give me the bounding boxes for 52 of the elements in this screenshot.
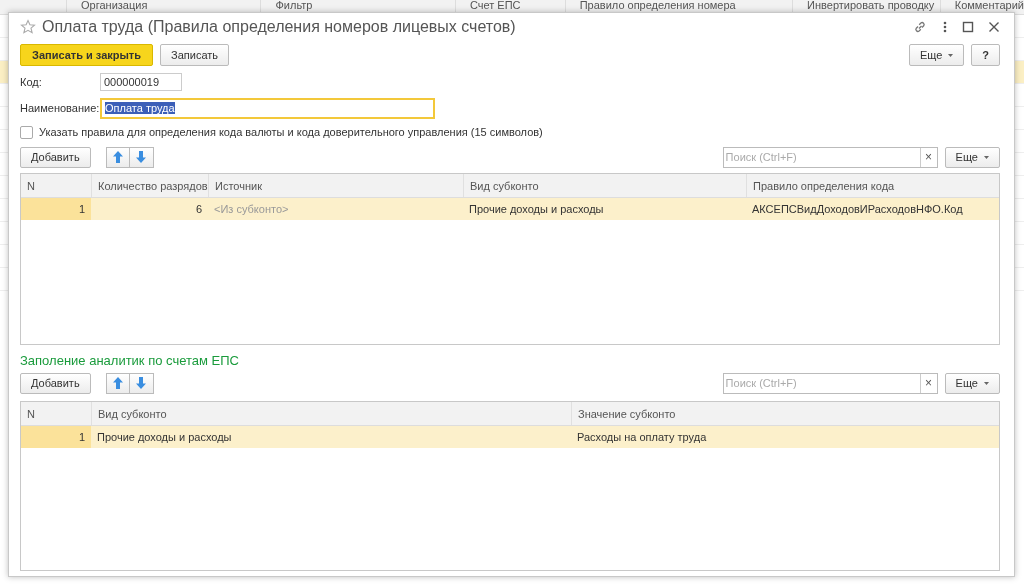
- window-title: Оплата труда (Правила определения номеров лицевых счетов): [42, 18, 517, 36]
- save-button[interactable]: Записать: [160, 44, 230, 66]
- column-header[interactable]: N: [21, 174, 91, 197]
- more-button[interactable]: Еще: [944, 146, 1000, 168]
- arrow-down-icon[interactable]: [136, 377, 147, 389]
- name-field[interactable]: Оплата труда: [100, 97, 435, 119]
- move-down-button[interactable]: [129, 372, 154, 394]
- caret-icon[interactable]: [948, 53, 954, 57]
- table-cell-text: АКСЕПСВидДоходовИРасходовНФО.Код: [751, 202, 964, 217]
- column-header[interactable]: N: [21, 402, 91, 425]
- checkbox-label: Указать правила для определения кода валюты и кода доверительного управления (15 символов): [39, 126, 543, 138]
- arrow-up-icon[interactable]: [112, 151, 123, 163]
- more-button[interactable]: Еще: [944, 372, 1000, 394]
- table-cell-text: <Из субконто>: [213, 202, 290, 217]
- move-down-button[interactable]: [129, 146, 154, 168]
- close-icon[interactable]: [988, 21, 1000, 33]
- move-up-button[interactable]: [105, 372, 130, 394]
- search-field[interactable]: Поиск (Ctrl+F) ×: [722, 146, 938, 168]
- add-button[interactable]: Добавить: [20, 372, 91, 394]
- add-button[interactable]: Добавить: [20, 146, 91, 168]
- caret-icon[interactable]: [984, 155, 989, 159]
- column-header[interactable]: Вид субконто: [91, 402, 571, 425]
- help-button[interactable]: ?: [971, 44, 1000, 66]
- column-header[interactable]: Источник: [208, 174, 463, 197]
- link-icon[interactable]: [912, 19, 928, 35]
- table-cell-text: Прочие доходы и расходы: [96, 430, 233, 445]
- table-cell: 1: [21, 198, 91, 220]
- caret-icon[interactable]: [984, 381, 989, 385]
- section-title: Заполение аналитик по счетам ЕПС: [20, 353, 240, 369]
- column-header[interactable]: Вид субконто: [463, 174, 746, 197]
- search-field[interactable]: Поиск (Ctrl+F) ×: [722, 372, 938, 394]
- arrow-up-icon[interactable]: [112, 377, 123, 389]
- table-row[interactable]: 1 Прочие доходы и расходы Расходы на оплату труда: [21, 426, 999, 448]
- column-header[interactable]: Правило определения кода: [746, 174, 999, 197]
- checkbox[interactable]: [20, 125, 33, 139]
- column-header[interactable]: Значение субконто: [571, 402, 999, 425]
- column-header[interactable]: Количество разрядов: [91, 174, 208, 197]
- arrow-down-icon[interactable]: [136, 151, 147, 163]
- table-row[interactable]: 1 6 <Из субконто> Прочие доходы и расходы АКСЕПСВидДоходовИРасходовНФО.Код: [21, 198, 999, 220]
- maximize-icon[interactable]: [962, 21, 974, 33]
- field-label: Код:: [20, 76, 43, 88]
- more-icon[interactable]: [942, 20, 948, 34]
- table-cell: 1: [21, 426, 91, 448]
- move-up-button[interactable]: [105, 146, 130, 168]
- table-cell-text: Прочие доходы и расходы: [468, 202, 605, 217]
- table-cell-text: 6: [194, 202, 203, 217]
- code-field[interactable]: 000000019: [100, 73, 182, 91]
- more-button[interactable]: Еще: [908, 44, 965, 66]
- star-icon[interactable]: [20, 19, 36, 35]
- table-cell-text: Расходы на оплату труда: [576, 430, 708, 445]
- save-and-close-button[interactable]: Записать и закрыть: [20, 44, 154, 66]
- field-label: Наименование:: [20, 102, 100, 114]
